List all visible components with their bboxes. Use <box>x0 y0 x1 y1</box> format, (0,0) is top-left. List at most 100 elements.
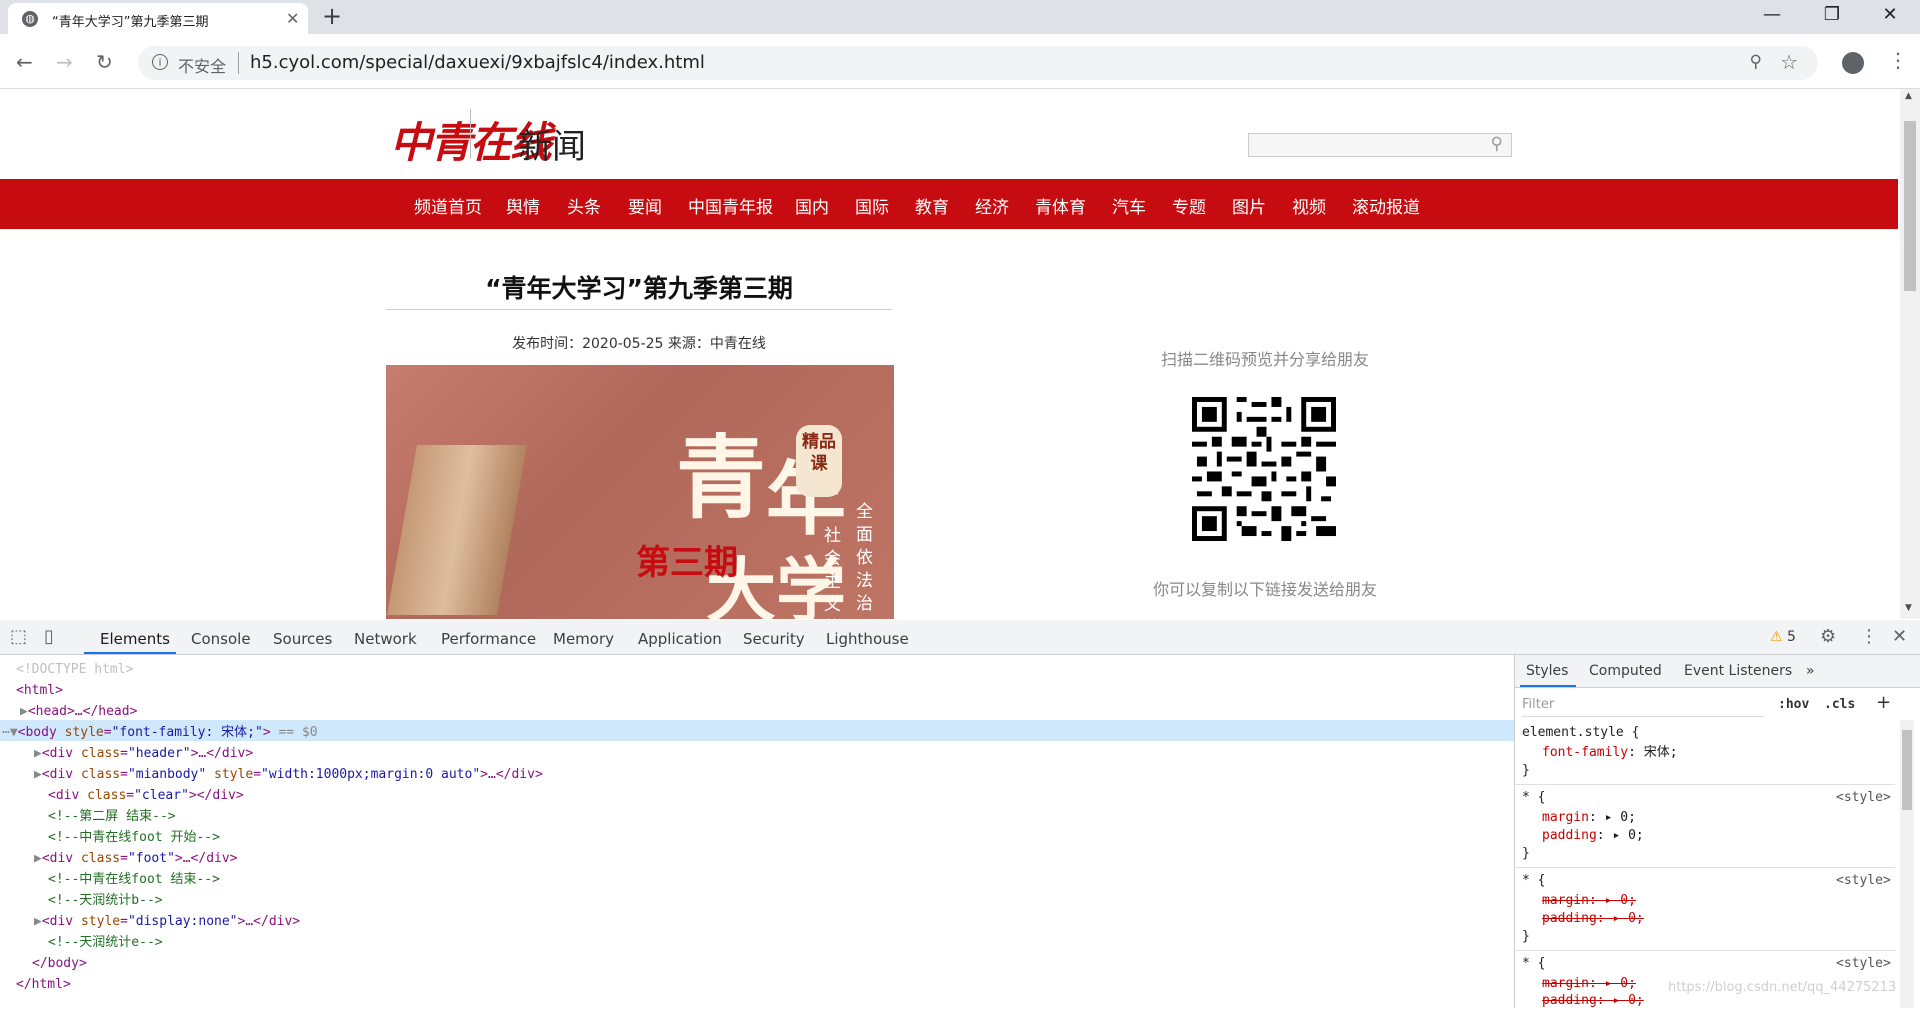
overridden-declaration[interactable]: margin: ▸ 0; <box>1542 975 1636 993</box>
dom-comment[interactable]: <!--天润统计e--> <box>48 932 163 953</box>
forward-arrow-icon[interactable]: → <box>56 50 73 74</box>
restore-button[interactable]: ❐ <box>1812 4 1852 25</box>
dom-node[interactable]: </body> <box>32 953 87 974</box>
rule-source-link[interactable]: <style> <box>1836 789 1891 807</box>
nav-item[interactable]: 国际 <box>855 193 889 218</box>
nav-item[interactable]: 经济 <box>975 193 1009 218</box>
nav-item[interactable]: 舆情 <box>506 193 540 218</box>
nav-item[interactable]: 中国青年报 <box>688 193 773 218</box>
universal-selector[interactable]: * { <box>1522 789 1545 807</box>
address-bar[interactable]: i 不安全 h5.cyol.com/special/daxuexi/9xbajf… <box>138 46 1818 80</box>
tab-elements[interactable]: Elements <box>100 630 170 648</box>
nav-item[interactable]: 滚动报道 <box>1352 193 1420 218</box>
expand-arrow-icon[interactable]: ▶ <box>20 704 28 719</box>
new-tab-button[interactable]: + <box>322 2 342 30</box>
hover-state-toggle[interactable]: :hov <box>1778 697 1809 712</box>
css-declaration[interactable]: margin: ▸ 0; <box>1542 809 1636 827</box>
dom-node[interactable]: <!DOCTYPE html> <box>16 659 133 680</box>
universal-selector[interactable]: * { <box>1522 955 1545 973</box>
search-icon[interactable]: ⚲ <box>1491 134 1503 154</box>
tab-memory[interactable]: Memory <box>553 630 614 648</box>
overridden-declaration[interactable]: margin: ▸ 0; <box>1542 892 1636 910</box>
tab-event-listeners[interactable]: Event Listeners <box>1684 663 1792 679</box>
nav-item[interactable]: 专题 <box>1172 193 1206 218</box>
reload-icon[interactable]: ↻ <box>96 50 113 74</box>
nav-item[interactable]: 图片 <box>1232 193 1266 218</box>
nav-item[interactable]: 国内 <box>795 193 829 218</box>
security-label[interactable]: 不安全 <box>178 53 226 77</box>
more-tabs-icon[interactable]: » <box>1806 663 1815 679</box>
nav-item[interactable]: 汽车 <box>1112 193 1146 218</box>
channel-name[interactable]: 新闻 <box>518 119 586 168</box>
page-scrollbar[interactable]: ▲ ▼ <box>1900 89 1920 619</box>
device-toolbar-icon[interactable]: ▯ <box>44 626 54 647</box>
browser-tab[interactable]: ◍ “青年大学习”第九季第三期 ✕ <box>8 3 308 34</box>
nav-item[interactable]: 要闻 <box>628 193 662 218</box>
warnings-counter[interactable]: ⚠ 5 <box>1770 629 1796 645</box>
zoom-icon[interactable]: ⚲ <box>1750 52 1762 72</box>
dom-comment[interactable]: <!--天润统计b--> <box>48 890 163 911</box>
rule-source-link[interactable]: <style> <box>1836 955 1891 973</box>
devtools-close-icon[interactable]: ✕ <box>1892 626 1907 647</box>
expand-arrow-icon[interactable]: ▶ <box>34 746 42 761</box>
css-declaration[interactable]: padding: ▸ 0; <box>1542 827 1644 845</box>
nav-item[interactable]: 头条 <box>567 193 601 218</box>
devtools-menu-icon[interactable]: ⋮ <box>1860 626 1878 647</box>
nav-item[interactable]: 青体育 <box>1035 193 1086 218</box>
dom-node[interactable]: <div class="clear"></div> <box>48 785 244 806</box>
dom-comment[interactable]: <!--中青在线foot 开始--> <box>48 827 220 848</box>
tab-sources[interactable]: Sources <box>273 630 332 648</box>
dom-node[interactable]: ▶<head>…</head> <box>20 701 137 722</box>
window-close-button[interactable]: ✕ <box>1870 4 1910 25</box>
nav-item[interactable]: 视频 <box>1292 193 1326 218</box>
overridden-declaration[interactable]: padding: ▸ 0; <box>1542 992 1644 1010</box>
dom-node[interactable]: ▶<div class="foot">…</div> <box>34 848 238 869</box>
dom-node[interactable]: ▶<div class="mianbody" style="width:1000… <box>34 764 543 785</box>
class-toggle[interactable]: .cls <box>1824 697 1855 712</box>
overridden-declaration[interactable]: padding: ▸ 0; <box>1542 910 1644 928</box>
scrollbar-thumb[interactable] <box>1902 730 1912 810</box>
scroll-up-icon[interactable]: ▲ <box>1905 91 1912 101</box>
tab-styles[interactable]: Styles <box>1526 663 1568 679</box>
rule-source-link[interactable]: <style> <box>1836 872 1891 890</box>
scrollbar-thumb[interactable] <box>1904 121 1916 291</box>
info-icon[interactable]: i <box>152 54 168 70</box>
inspect-element-icon[interactable]: ⬚ <box>10 626 27 647</box>
element-style-selector[interactable]: element.style { <box>1522 724 1639 742</box>
collapse-arrow-icon[interactable]: ▼ <box>10 725 18 740</box>
tab-close-icon[interactable]: ✕ <box>286 9 299 28</box>
new-rule-button[interactable]: + <box>1876 692 1891 713</box>
tab-security[interactable]: Security <box>743 630 805 648</box>
panel-splitter[interactable] <box>1514 655 1515 1008</box>
profile-avatar-icon[interactable] <box>1842 52 1864 74</box>
browser-menu-icon[interactable]: ⋮ <box>1888 48 1908 72</box>
css-declaration[interactable]: font-family: 宋体; <box>1542 744 1678 762</box>
tab-network[interactable]: Network <box>354 630 417 648</box>
url-text[interactable]: h5.cyol.com/special/daxuexi/9xbajfslc4/i… <box>250 52 705 73</box>
dom-comment[interactable]: <!--中青在线foot 结束--> <box>48 869 220 890</box>
dom-node[interactable]: <html> <box>16 680 63 701</box>
bookmark-star-icon[interactable]: ☆ <box>1780 50 1798 74</box>
minimize-button[interactable]: — <box>1752 4 1792 25</box>
styles-scrollbar[interactable] <box>1900 720 1914 1008</box>
settings-gear-icon[interactable]: ⚙ <box>1820 626 1836 647</box>
expand-arrow-icon[interactable]: ▶ <box>34 914 42 929</box>
nav-item[interactable]: 频道首页 <box>414 193 482 218</box>
site-search-input[interactable]: ⚲ <box>1248 133 1512 157</box>
dom-comment[interactable]: <!--第二屏 结束--> <box>48 806 176 827</box>
tab-performance[interactable]: Performance <box>441 630 536 648</box>
tab-application[interactable]: Application <box>638 630 722 648</box>
nav-item[interactable]: 教育 <box>915 193 949 218</box>
back-arrow-icon[interactable]: ← <box>16 50 33 74</box>
tab-console[interactable]: Console <box>191 630 251 648</box>
dom-node[interactable]: ▶<div class="header">…</div> <box>34 743 253 764</box>
dom-node[interactable]: </html> <box>16 974 71 995</box>
styles-filter-input[interactable]: Filter <box>1522 694 1764 717</box>
tab-computed[interactable]: Computed <box>1589 663 1662 679</box>
tab-lighthouse[interactable]: Lighthouse <box>826 630 909 648</box>
more-dots-icon[interactable]: ⋯ <box>2 725 10 740</box>
dom-node-body[interactable]: ⋯▼<body style="font-family: 宋体;"> == $0 <box>2 722 318 743</box>
dom-node[interactable]: ▶<div style="display:none">…</div> <box>34 911 300 932</box>
expand-arrow-icon[interactable]: ▶ <box>34 767 42 782</box>
scroll-down-icon[interactable]: ▼ <box>1905 603 1912 613</box>
